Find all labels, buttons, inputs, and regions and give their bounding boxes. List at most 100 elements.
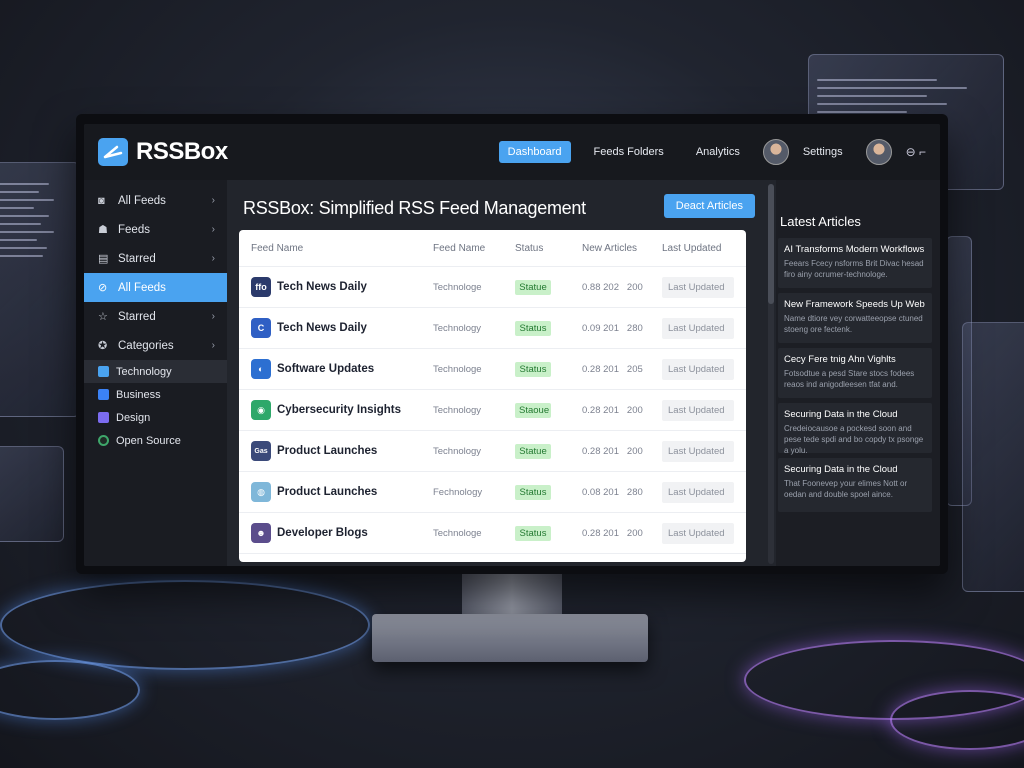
sidebar-item-label: Feeds [118,223,150,236]
sidebar-item-label: All Feeds [118,281,166,294]
category-label: Design [116,411,151,424]
rssbox-logo-icon [98,138,128,166]
nav-settings[interactable]: Settings [803,141,852,163]
scrollbar[interactable] [768,184,774,564]
chevron-right-icon: › [211,311,215,322]
background-panel-left-bottom [0,446,64,542]
feed-name: Tech News Daily [277,322,367,334]
feed-name-cell: ☻ Developer Blogs [251,523,433,543]
technology-icon [98,366,109,377]
sidebar-item-categories[interactable]: ✪ Categories › [84,331,227,360]
latest-articles-title: Latest Articles [780,214,861,229]
deact-articles-button[interactable]: Deact Articles [663,194,755,218]
scrollbar-thumb[interactable] [768,184,774,304]
status-badge: Status [515,361,551,377]
last-updated: Last Updated [662,317,734,339]
sidebar-item-label: Starred [118,310,156,323]
new-articles: 0.28 201 200 [582,445,643,457]
status-badge: Status [515,320,551,336]
feed-name: Product Launches [277,486,378,498]
page-title: RSSBox: Simplified RSS Feed Management [243,198,586,218]
column-header[interactable]: Feed Name [251,243,433,254]
article-card[interactable]: Securing Data in the Cloud Credeiocausoe… [778,403,932,455]
feed-category: Technology [433,445,482,457]
table-row[interactable]: C Tech News Daily Technology Status 0.09… [239,307,746,348]
users-icon: ☗ [98,224,108,236]
sidebar-item-label: Categories [118,339,174,352]
sidebar-item-starred[interactable]: ▤ Starred › [84,244,227,273]
article-card[interactable]: Securing Data in the Cloud That Foonevep… [778,458,932,512]
feed-category: Technologe [433,363,482,375]
category-business[interactable]: Business [84,383,227,406]
article-title: Cecy Fere tnig Ahn Vighlts [784,354,896,365]
business-icon [98,389,109,400]
new-articles: 0.28 201 205 [582,363,643,375]
category-label: Open Source [116,434,181,447]
category-label: Technology [116,365,172,378]
app-window: RSSBox Dashboard Feeds Folders Analytics… [84,124,940,566]
chevron-down-icon: › [211,224,215,235]
c-logo-icon: C [251,318,271,338]
sidebar-item-label: All Feeds [118,194,166,207]
background-panel-left [0,162,80,417]
article-title: New Framework Speeds Up Web A [784,299,926,310]
table-row[interactable]: ◐ Software Updates Technologe Status 0.2… [239,348,746,389]
nav-feeds-folders[interactable]: Feeds Folders [585,141,673,163]
sidebar-item-feeds[interactable]: ☗ Feeds › [84,215,227,244]
user-avatar[interactable] [865,139,892,165]
table-row[interactable]: ffo Tech News Daily Technologe Statue 0.… [239,266,746,307]
category-technology[interactable]: Technology [84,360,227,383]
article-card[interactable]: AI Transforms Modern Workflows Feears Fc… [778,238,932,288]
sidebar-item-all-feeds-active[interactable]: ⊘ All Feeds [84,273,227,302]
article-description: Fotsodtue a pesd Stare stocs fodees reao… [784,369,915,389]
monitor: RSSBox Dashboard Feeds Folders Analytics… [76,114,948,574]
feed-name: Developer Blogs [277,527,368,539]
sidebar-item-starred-2[interactable]: ☆ Starred › [84,302,227,331]
avatar[interactable] [762,139,789,165]
column-header[interactable]: Status [515,243,582,254]
article-description: Feears Fcecy nsforms Brit Divac hesad fi… [784,259,924,279]
column-header[interactable]: Last Updated [662,243,746,254]
column-header[interactable]: New Articles [582,243,662,254]
chevron-right-icon: › [211,253,215,264]
new-articles: 0.08 201 280 [582,486,643,498]
article-card[interactable]: Cecy Fere tnig Ahn Vighlts Fotsodtue a p… [778,348,932,398]
monitor-stand-base [372,614,648,662]
developer-icon: ☻ [251,523,271,543]
power-icon[interactable]: ⊖ ⌐ [906,145,926,159]
last-updated: Last Updated [662,358,734,380]
column-header[interactable]: Feed Name [433,243,515,254]
tech-news-icon: ffo [251,277,271,297]
category-open-source[interactable]: Open Source [84,429,227,452]
top-navigation: Dashboard Feeds Folders Analytics Settin… [498,139,926,165]
status-badge: Status [515,484,551,500]
article-card[interactable]: New Framework Speeds Up Web A Name dtior… [778,293,932,343]
article-title: Securing Data in the Cloud [784,409,898,420]
table-row[interactable]: ◉ Cybersecurity Insights Technology Stao… [239,389,746,430]
latest-articles-panel: Latest Articles AI Transforms Modern Wor… [776,180,940,566]
new-articles: 0.09 201 280 [582,322,643,334]
security-icon: ◉ [251,400,271,420]
new-articles: 0.28 201 200 [582,527,643,539]
feed-category: Technology [433,404,482,416]
nav-analytics[interactable]: Analytics [687,141,749,163]
last-updated: Last Updated [662,522,734,544]
category-design[interactable]: Design [84,406,227,429]
feed-name: Product Launches [277,445,378,457]
top-bar: RSSBox Dashboard Feeds Folders Analytics… [84,124,940,180]
app-logo[interactable]: RSSBox [98,138,228,166]
feed-name: Cybersecurity Insights [277,404,401,416]
status-badge: Statue [515,279,551,295]
nav-dashboard[interactable]: Dashboard [498,141,571,163]
feed-name: Tech News Daily [277,281,367,293]
list-icon: ▤ [98,253,109,265]
table-row[interactable]: ☻ Developer Blogs Technologe Status 0.28… [239,512,746,553]
table-row[interactable]: ◍ Product Launches Fechnology Status 0.0… [239,471,746,512]
article-title: Securing Data in the Cloud [784,464,898,475]
app-name: RSSBox [136,138,228,165]
sidebar-item-all-feeds[interactable]: ◙ All Feeds › [84,186,227,215]
status-badge: Status [515,525,551,541]
table-row[interactable]: Gas Product Launches Technology Statue 0… [239,430,746,471]
background-glow-ring [0,580,370,670]
table-row-partial[interactable] [239,553,746,562]
